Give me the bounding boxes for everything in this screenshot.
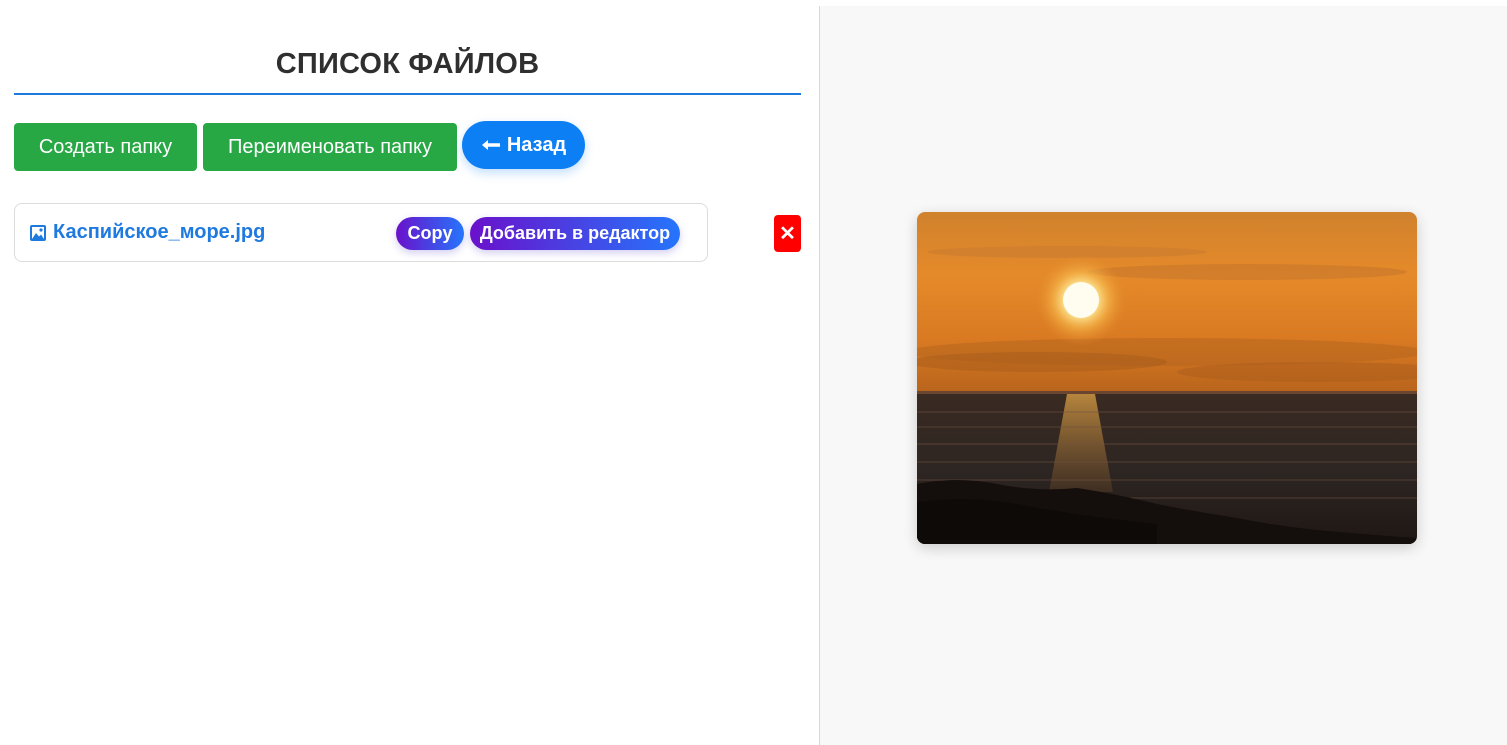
file-list-pane: СПИСОК ФАЙЛОВ Создать папку Переименоват…	[0, 0, 819, 745]
file-row: Каспийское_море.jpg Copy Добавить в реда…	[14, 203, 708, 262]
copy-button[interactable]: Copy	[396, 217, 464, 250]
app: СПИСОК ФАЙЛОВ Создать папку Переименоват…	[0, 0, 1507, 745]
back-button[interactable]: Назад	[462, 121, 585, 169]
sunset-over-sea-photo	[917, 212, 1417, 544]
left-arrow-icon	[481, 135, 501, 155]
back-button-label: Назад	[506, 133, 567, 156]
file-name: Каспийское_море.jpg	[53, 221, 266, 243]
create-folder-button[interactable]: Создать папку	[14, 123, 197, 171]
image-icon	[29, 224, 47, 242]
rename-folder-button[interactable]: Переименовать папку	[203, 123, 457, 171]
delete-file-button[interactable]: ✕	[774, 215, 801, 252]
image-preview	[917, 212, 1417, 544]
page-title: СПИСОК ФАЙЛОВ	[275, 48, 540, 80]
add-to-editor-button[interactable]: Добавить в редактор	[470, 217, 680, 250]
file-link[interactable]: Каспийское_море.jpg	[29, 221, 265, 244]
title-underline	[14, 93, 801, 95]
close-icon: ✕	[779, 223, 796, 245]
